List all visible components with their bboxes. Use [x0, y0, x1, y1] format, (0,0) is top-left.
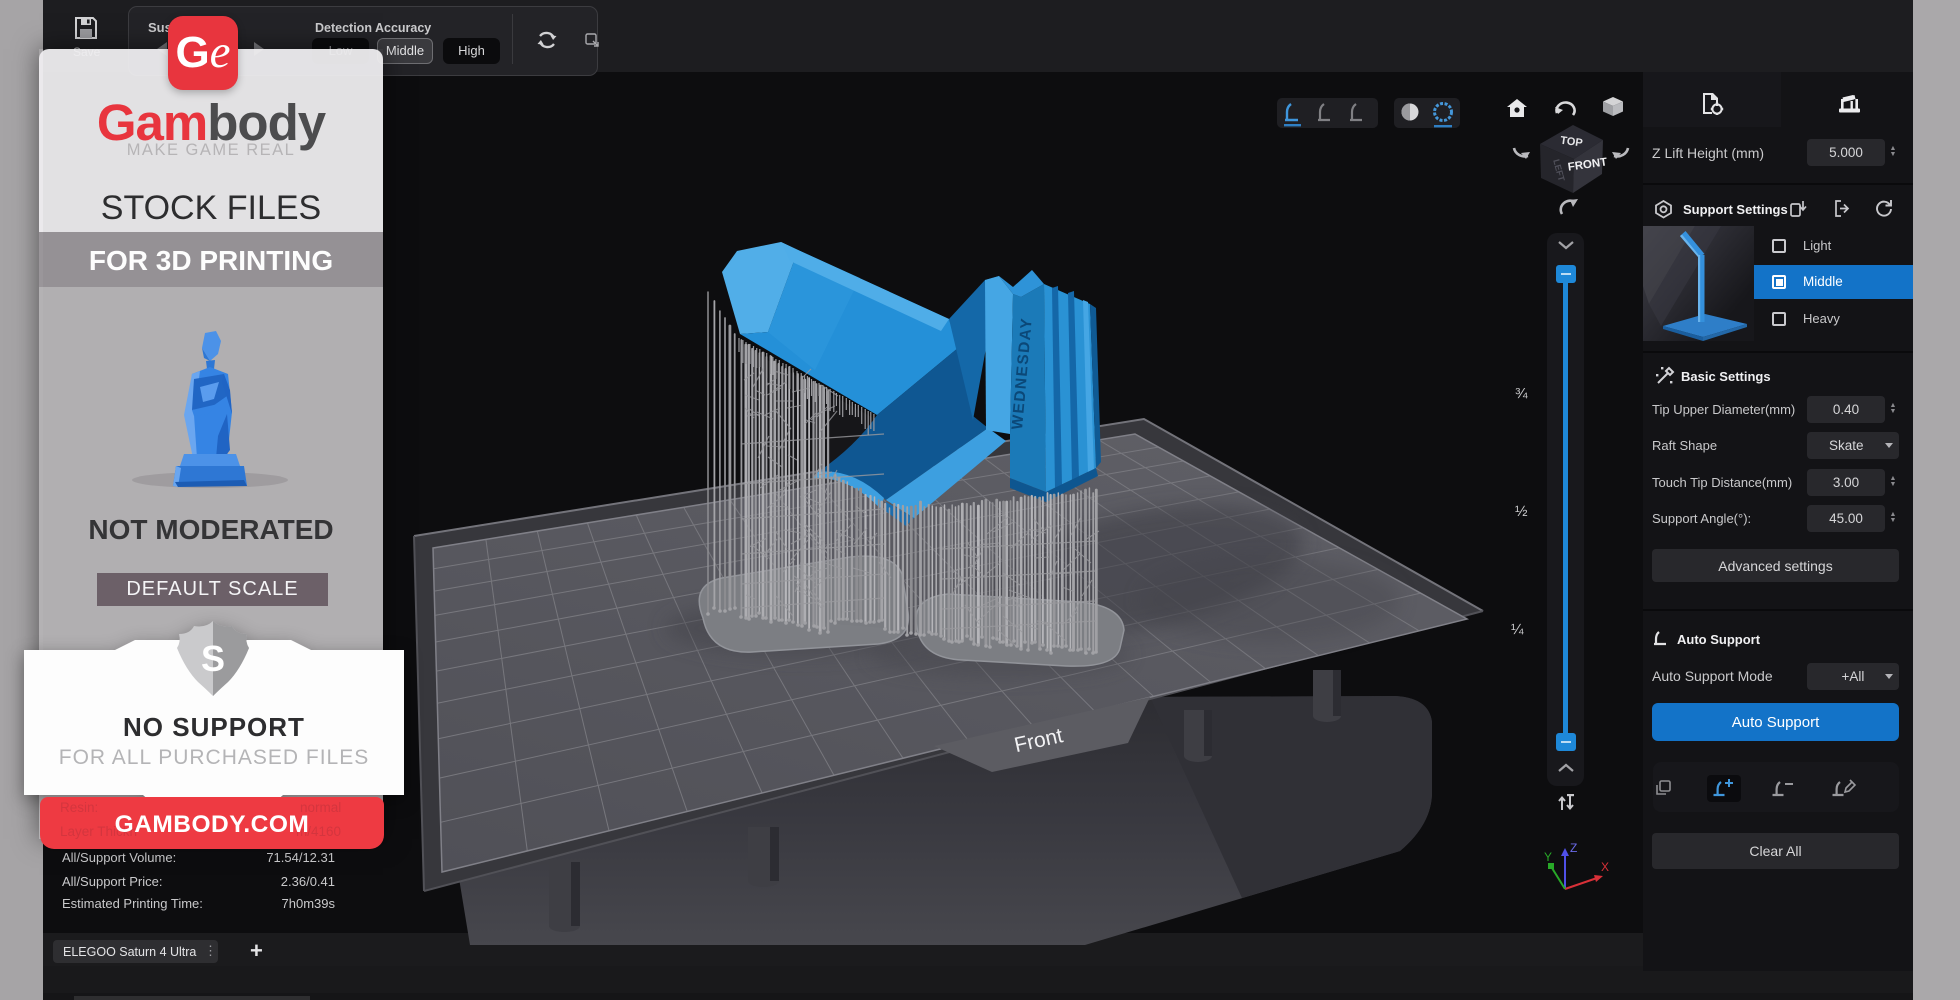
svg-text:X: X — [1601, 860, 1609, 874]
svg-text:Y: Y — [1544, 850, 1552, 864]
svg-text:S: S — [201, 638, 225, 679]
svg-text:Z: Z — [1570, 841, 1577, 855]
